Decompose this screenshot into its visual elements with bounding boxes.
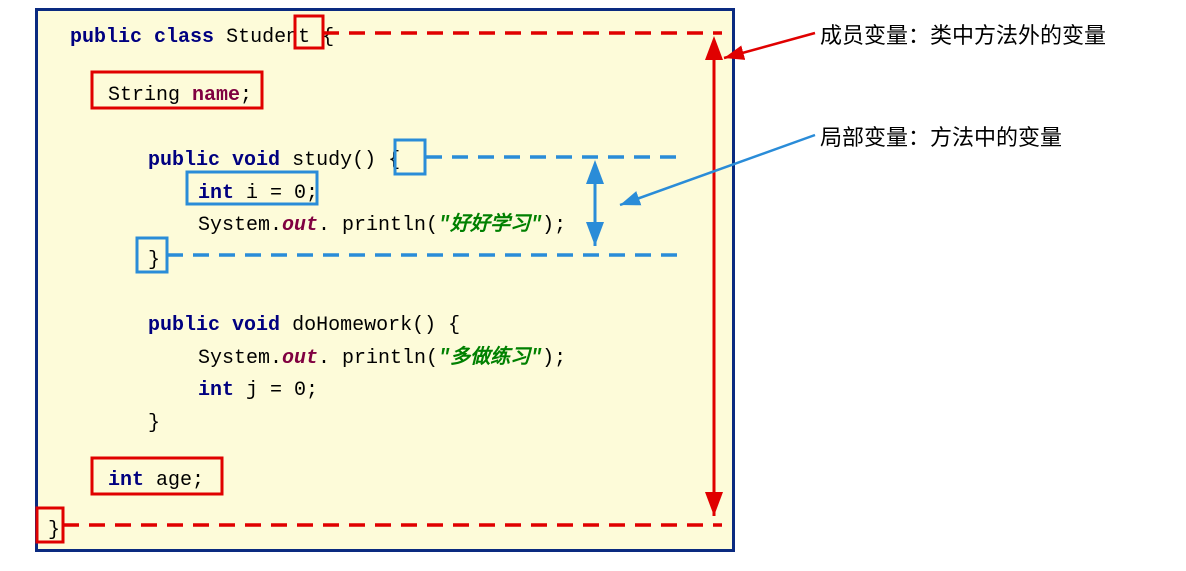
type-string: String (108, 84, 180, 107)
var-i: i = 0; (246, 182, 318, 205)
field-age: age (156, 469, 192, 492)
open-brace-class: { (322, 26, 334, 49)
var-j: j = 0; (246, 379, 318, 402)
method-study: study (292, 149, 352, 172)
close-brace-study: } (148, 246, 160, 276)
keyword-void-1: void (232, 149, 280, 172)
keyword-public: public (70, 26, 142, 49)
class-name: Student (226, 26, 310, 49)
method-dohomework: doHomework (292, 314, 412, 337)
field-name: name (192, 84, 240, 107)
semicolon-2: ; (192, 469, 204, 492)
paren-2: () (412, 314, 436, 337)
semicolon: ; (240, 84, 252, 107)
code-line-dohw-sig: public void doHomework() { (148, 311, 460, 341)
close-brace-dohw: } (148, 409, 160, 439)
keyword-void-2: void (232, 314, 280, 337)
label-local-variable: 局部变量：方法中的变量 (820, 120, 1062, 152)
out-1: out (282, 214, 318, 237)
brace-close-1: } (148, 249, 160, 272)
code-line-1: public class Student { (70, 23, 334, 53)
keyword-int-2: int (198, 379, 234, 402)
code-line-int-i: int i = 0; (198, 179, 318, 209)
code-line-study-sig: public void study() { (148, 146, 400, 176)
keyword-class: class (154, 26, 214, 49)
code-line-field-name: String name; (108, 81, 252, 111)
end-2: ); (542, 347, 566, 370)
print-1: . println( (318, 214, 438, 237)
paren-1: () (352, 149, 376, 172)
keyword-int-3: int (108, 469, 144, 492)
out-2: out (282, 347, 318, 370)
brace-close-2: } (148, 412, 160, 435)
string-2: "多做练习" (438, 347, 542, 370)
keyword-int-1: int (198, 182, 234, 205)
keyword-public-3: public (148, 314, 220, 337)
code-line-println-1: System.out. println("好好学习"); (198, 211, 566, 241)
open-brace-dohw: { (448, 314, 460, 337)
system-1: System. (198, 214, 282, 237)
brace-close-3: } (48, 519, 60, 542)
red-pointer-arrow (724, 33, 815, 58)
open-brace-study: { (388, 149, 400, 172)
keyword-public-2: public (148, 149, 220, 172)
close-brace-class: } (48, 516, 60, 546)
code-container: public class Student { String name; publ… (35, 8, 735, 552)
code-line-int-j: int j = 0; (198, 376, 318, 406)
print-2: . println( (318, 347, 438, 370)
end-1: ); (542, 214, 566, 237)
system-2: System. (198, 347, 282, 370)
string-1: "好好学习" (438, 214, 542, 237)
code-line-field-age: int age; (108, 466, 204, 496)
label-member-variable: 成员变量：类中方法外的变量 (820, 18, 1106, 50)
code-line-println-2: System.out. println("多做练习"); (198, 344, 566, 374)
